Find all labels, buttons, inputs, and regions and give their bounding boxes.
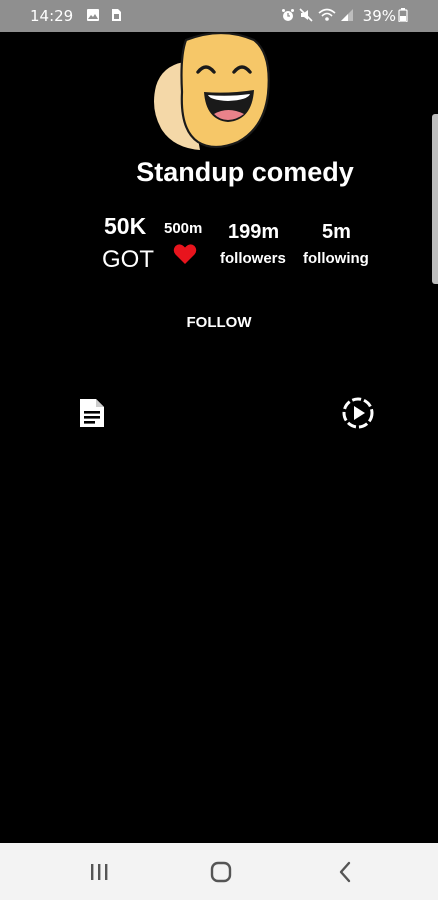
- alarm-icon: [282, 9, 294, 21]
- following-label[interactable]: following: [303, 250, 369, 267]
- follow-button[interactable]: FOLLOW: [176, 310, 262, 334]
- wifi-icon: [318, 8, 336, 21]
- scrollbar[interactable]: [432, 114, 438, 284]
- recents-icon[interactable]: [84, 857, 114, 887]
- followers-value: 199m: [228, 221, 280, 243]
- following-value: 5m: [322, 221, 351, 243]
- profile-name: Standup comedy: [136, 157, 354, 187]
- document-icon[interactable]: [75, 396, 109, 430]
- status-bar: 14:29 39%: [0, 0, 438, 32]
- back-icon[interactable]: [330, 857, 360, 887]
- image-icon: [87, 9, 99, 21]
- profile-screen: 14:29 39% Standup comedy 50K GOT 500m 19…: [0, 0, 438, 900]
- play-circle-icon[interactable]: [341, 396, 375, 430]
- sim-icon: [112, 9, 121, 21]
- signal-icon: [341, 9, 353, 21]
- got-label: GOT: [102, 246, 154, 273]
- navigation-bar: [0, 843, 438, 900]
- got-value: 50K: [104, 213, 147, 239]
- likes-value: 500m: [164, 220, 203, 237]
- home-icon[interactable]: [206, 857, 236, 887]
- status-time: 14:29: [30, 7, 74, 25]
- battery-percent: 39%: [362, 7, 396, 25]
- followers-label[interactable]: followers: [220, 250, 286, 267]
- battery-icon: [398, 8, 408, 22]
- mute-icon: [299, 8, 313, 22]
- laughing-mask-icon: [154, 32, 270, 150]
- heart-icon: [173, 244, 197, 264]
